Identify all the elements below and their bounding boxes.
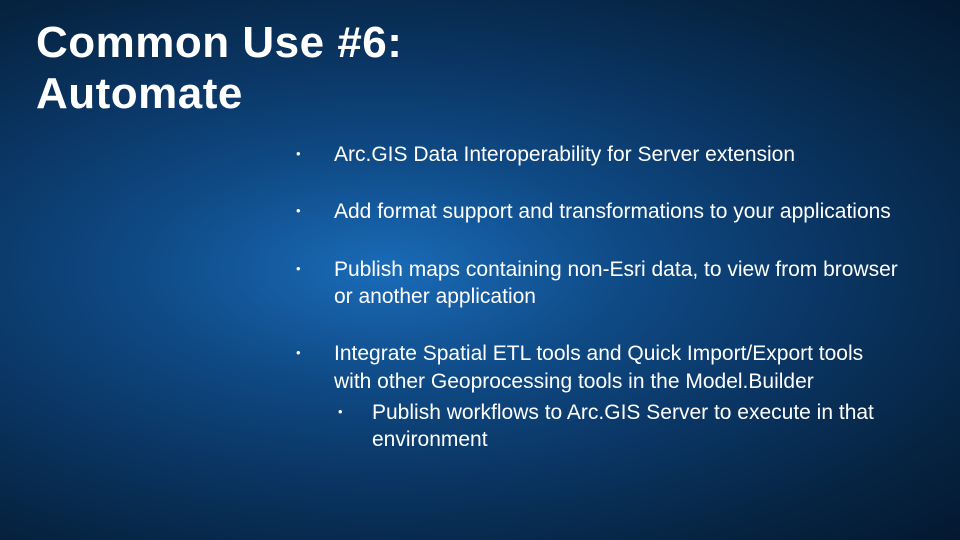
sub-bullet-text: Publish workflows to Arc.GIS Server to e… [372, 399, 900, 454]
title-line-2: Automate [36, 69, 920, 120]
bullet-text: Arc.GIS Data Interoperability for Server… [334, 141, 900, 168]
bullet-icon: • [296, 256, 334, 278]
bullet-text-main: Integrate Spatial ETL tools and Quick Im… [334, 342, 863, 392]
slide: Common Use #6: Automate • Arc.GIS Data I… [0, 0, 960, 540]
bullet-item: • Publish maps containing non-Esri data,… [296, 256, 900, 311]
slide-title: Common Use #6: Automate [36, 18, 920, 119]
sub-bullet-item: • Publish workflows to Arc.GIS Server to… [334, 399, 900, 454]
bullet-item: • Arc.GIS Data Interoperability for Serv… [296, 141, 900, 168]
bullet-icon: • [296, 141, 334, 163]
bullet-icon: • [338, 399, 372, 421]
bullet-icon: • [296, 340, 334, 362]
bullet-item: • Integrate Spatial ETL tools and Quick … [296, 340, 900, 453]
bullet-text: Integrate Spatial ETL tools and Quick Im… [334, 340, 900, 453]
title-line-1: Common Use #6: [36, 18, 920, 69]
bullet-list: • Arc.GIS Data Interoperability for Serv… [36, 141, 920, 453]
bullet-text: Publish maps containing non-Esri data, t… [334, 256, 900, 311]
bullet-icon: • [296, 198, 334, 220]
bullet-text: Add format support and transformations t… [334, 198, 900, 225]
bullet-item: • Add format support and transformations… [296, 198, 900, 225]
